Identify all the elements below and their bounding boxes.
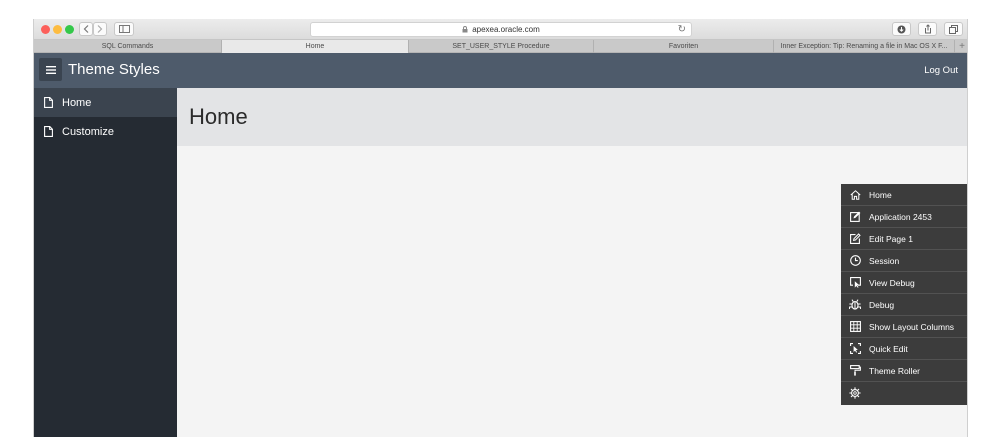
devbar-item-application[interactable]: Application 2453 — [841, 206, 967, 228]
gear-icon — [841, 387, 869, 399]
developer-toolbar: Home Application 2453 Edit Page 1 Sessio… — [841, 184, 967, 405]
devbar-item-theme-roller[interactable]: Theme Roller — [841, 360, 967, 382]
devbar-item-label: Edit Page 1 — [869, 233, 913, 244]
file-icon — [34, 97, 62, 108]
browser-tab[interactable]: Favoriten — [594, 40, 774, 53]
hamburger-icon — [45, 65, 56, 74]
tab-label: Favoriten — [668, 43, 699, 50]
new-tab-button[interactable]: + — [955, 40, 967, 52]
quick-edit-icon — [841, 343, 869, 354]
grid-icon — [841, 321, 869, 332]
view-debug-icon — [841, 277, 869, 288]
devbar-item-settings[interactable] — [841, 382, 967, 404]
devbar-item-label: Theme Roller — [869, 365, 921, 376]
app-title: Theme Styles — [68, 61, 160, 78]
reload-icon[interactable]: ↻ — [678, 24, 686, 35]
devbar-item-session[interactable]: Session — [841, 250, 967, 272]
tab-label: SQL Commands — [101, 43, 154, 50]
browser-toolbar: apexea.oracle.com ↻ — [34, 19, 967, 40]
file-icon — [34, 126, 62, 137]
devbar-item-label: Quick Edit — [869, 343, 908, 354]
home-icon — [841, 189, 869, 200]
sidebar-item-label: Customize — [62, 125, 114, 138]
sidebar-icon — [118, 25, 130, 33]
edit-square-icon — [841, 211, 869, 222]
sidebar: Home Customize — [34, 88, 177, 437]
plus-icon: + — [959, 40, 965, 52]
devbar-item-label: Home — [869, 189, 892, 200]
devbar-item-label: Debug — [869, 299, 895, 310]
address-text: apexea.oracle.com — [472, 25, 540, 34]
browser-tab[interactable]: SET_USER_STYLE Procedure — [409, 40, 594, 53]
share-button[interactable] — [918, 22, 937, 36]
back-button[interactable] — [79, 22, 93, 36]
page-header: Home — [177, 88, 967, 146]
logout-link[interactable]: Log Out — [924, 65, 958, 76]
devbar-item-home[interactable]: Home — [841, 184, 967, 206]
tab-label: Home — [305, 43, 325, 50]
clock-icon — [841, 255, 869, 266]
bug-icon — [841, 299, 869, 310]
app-header: Theme Styles Log Out — [34, 53, 967, 88]
devbar-item-edit-page[interactable]: Edit Page 1 — [841, 228, 967, 250]
share-icon — [924, 24, 931, 34]
zoom-window-button[interactable] — [65, 25, 74, 34]
close-window-button[interactable] — [41, 25, 50, 34]
tabs-overview-button[interactable] — [944, 22, 963, 36]
lock-icon — [462, 26, 468, 33]
sidebar-item-home[interactable]: Home — [34, 88, 177, 117]
browser-tab-bar: SQL Commands Home SET_USER_STYLE Procedu… — [34, 40, 967, 53]
devbar-item-label: Application 2453 — [869, 211, 932, 222]
tabs-icon — [949, 24, 958, 34]
sidebar-item-label: Home — [62, 96, 92, 109]
devbar-item-label: Session — [869, 255, 900, 266]
menu-toggle-button[interactable] — [39, 58, 62, 81]
devbar-item-label: View Debug — [869, 277, 915, 288]
forward-button[interactable] — [93, 22, 107, 36]
tab-label: Inner Exception: Tip: Renaming a file in… — [780, 43, 948, 50]
download-icon — [897, 25, 906, 33]
sidebar-item-customize[interactable]: Customize — [34, 117, 177, 146]
devbar-item-label: Show Layout Columns — [869, 321, 955, 332]
devbar-item-quick-edit[interactable]: Quick Edit — [841, 338, 967, 360]
address-bar[interactable]: apexea.oracle.com ↻ — [310, 22, 692, 37]
minimize-window-button[interactable] — [53, 25, 62, 34]
chevron-right-icon — [97, 25, 103, 33]
paint-roller-icon — [841, 365, 869, 376]
chevron-left-icon — [83, 25, 89, 33]
browser-window: apexea.oracle.com ↻ SQL Commands Home SE… — [33, 19, 968, 437]
devbar-item-view-debug[interactable]: View Debug — [841, 272, 967, 294]
tab-label: SET_USER_STYLE Procedure — [452, 43, 550, 50]
devbar-item-show-layout-columns[interactable]: Show Layout Columns — [841, 316, 967, 338]
browser-tab[interactable]: Inner Exception: Tip: Renaming a file in… — [774, 40, 955, 53]
page-title: Home — [189, 104, 248, 129]
download-button[interactable] — [892, 22, 911, 36]
edit-pencil-icon — [841, 233, 869, 244]
devbar-item-debug[interactable]: Debug — [841, 294, 967, 316]
browser-tab-active[interactable]: Home — [222, 40, 409, 53]
browser-tab[interactable]: SQL Commands — [34, 40, 222, 53]
sidebar-toggle-button[interactable] — [114, 22, 134, 36]
